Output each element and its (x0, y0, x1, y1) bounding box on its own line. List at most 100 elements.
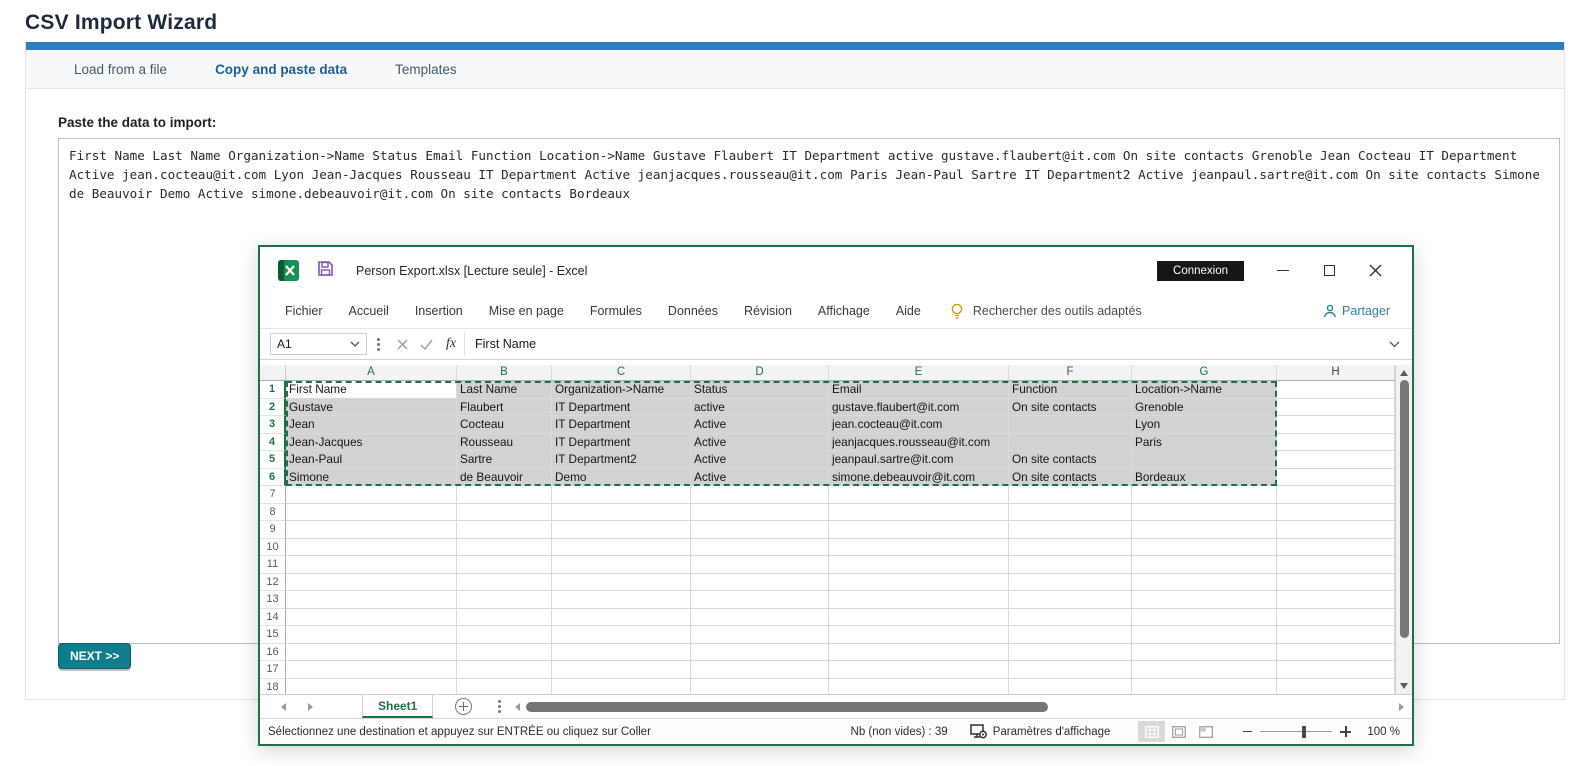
cell-B18[interactable] (457, 679, 552, 695)
cell-G12[interactable] (1132, 574, 1277, 592)
tab-templates[interactable]: Templates (371, 62, 481, 77)
cell-F6[interactable]: On site contacts (1009, 469, 1132, 487)
cell-G2[interactable]: Grenoble (1132, 399, 1277, 417)
cell-A11[interactable] (286, 556, 457, 574)
cell-B8[interactable] (457, 504, 552, 522)
row-number-3[interactable]: 3 (260, 416, 286, 434)
share-button[interactable]: Partager (1323, 304, 1390, 318)
cell-B3[interactable]: Cocteau (457, 416, 552, 434)
ribbon-tab-données[interactable]: Données (655, 304, 731, 318)
ribbon-tab-mise-en-page[interactable]: Mise en page (476, 304, 577, 318)
cell-H3[interactable] (1277, 416, 1395, 434)
cell-A10[interactable] (286, 539, 457, 557)
ribbon-tab-accueil[interactable]: Accueil (336, 304, 402, 318)
column-header-E[interactable]: E (829, 365, 1009, 380)
cell-H17[interactable] (1277, 661, 1395, 679)
cell-B11[interactable] (457, 556, 552, 574)
vertical-scroll-thumb[interactable] (1400, 380, 1409, 638)
row-number-8[interactable]: 8 (260, 504, 286, 522)
cell-H1[interactable] (1277, 381, 1395, 399)
cell-A5[interactable]: Jean-Paul (286, 451, 457, 469)
cell-H11[interactable] (1277, 556, 1395, 574)
scroll-left-icon[interactable] (515, 703, 520, 711)
cell-E3[interactable]: jean.cocteau@it.com (829, 416, 1009, 434)
cell-F5[interactable]: On site contacts (1009, 451, 1132, 469)
cell-D15[interactable] (691, 626, 829, 644)
cell-G14[interactable] (1132, 609, 1277, 627)
ribbon-tab-formules[interactable]: Formules (577, 304, 655, 318)
cell-G8[interactable] (1132, 504, 1277, 522)
cell-D5[interactable]: Active (691, 451, 829, 469)
vertical-scrollbar[interactable] (1395, 365, 1412, 694)
ribbon-tab-aide[interactable]: Aide (883, 304, 934, 318)
cell-H7[interactable] (1277, 486, 1395, 504)
cell-B17[interactable] (457, 661, 552, 679)
cell-E17[interactable] (829, 661, 1009, 679)
cell-C4[interactable]: IT Department (552, 434, 691, 452)
cell-C10[interactable] (552, 539, 691, 557)
cell-D8[interactable] (691, 504, 829, 522)
confirm-entry-button[interactable] (414, 339, 438, 350)
cell-H8[interactable] (1277, 504, 1395, 522)
cell-E7[interactable] (829, 486, 1009, 504)
cell-E14[interactable] (829, 609, 1009, 627)
cell-D4[interactable]: Active (691, 434, 829, 452)
zoom-in-button[interactable] (1340, 726, 1351, 737)
cell-F9[interactable] (1009, 521, 1132, 539)
row-number-14[interactable]: 14 (260, 609, 286, 627)
cell-H15[interactable] (1277, 626, 1395, 644)
cell-C1[interactable]: Organization->Name (552, 381, 691, 399)
cell-D12[interactable] (691, 574, 829, 592)
ribbon-tab-affichage[interactable]: Affichage (805, 304, 883, 318)
zoom-level-label[interactable]: 100 % (1367, 726, 1400, 738)
cell-E6[interactable]: simone.debeauvoir@it.com (829, 469, 1009, 487)
page-break-view-button[interactable] (1192, 721, 1219, 742)
cell-H18[interactable] (1277, 679, 1395, 695)
insert-function-button[interactable]: fx (438, 336, 464, 352)
row-number-12[interactable]: 12 (260, 574, 286, 592)
count-nonempty-badge[interactable]: Nb (non vides) : 39 (851, 726, 948, 738)
cell-C18[interactable] (552, 679, 691, 695)
cell-H2[interactable] (1277, 399, 1395, 417)
sheet-tab-sheet1[interactable]: Sheet1 (362, 695, 433, 718)
cell-E16[interactable] (829, 644, 1009, 662)
row-number-4[interactable]: 4 (260, 434, 286, 452)
column-header-A[interactable]: A (286, 365, 457, 380)
cell-D7[interactable] (691, 486, 829, 504)
cell-G5[interactable] (1132, 451, 1277, 469)
cell-B5[interactable]: Sartre (457, 451, 552, 469)
column-header-F[interactable]: F (1009, 365, 1132, 380)
cell-E5[interactable]: jeanpaul.sartre@it.com (829, 451, 1009, 469)
cell-C16[interactable] (552, 644, 691, 662)
cell-D16[interactable] (691, 644, 829, 662)
cell-B7[interactable] (457, 486, 552, 504)
connexion-button[interactable]: Connexion (1157, 261, 1244, 281)
tab-copy-and-paste[interactable]: Copy and paste data (191, 62, 371, 77)
cell-D2[interactable]: active (691, 399, 829, 417)
cell-F10[interactable] (1009, 539, 1132, 557)
row-number-9[interactable]: 9 (260, 521, 286, 539)
cell-F14[interactable] (1009, 609, 1132, 627)
cell-E15[interactable] (829, 626, 1009, 644)
row-number-13[interactable]: 13 (260, 591, 286, 609)
row-number-15[interactable]: 15 (260, 626, 286, 644)
cell-G3[interactable]: Lyon (1132, 416, 1277, 434)
cell-E18[interactable] (829, 679, 1009, 695)
row-number-10[interactable]: 10 (260, 539, 286, 557)
zoom-slider[interactable] (1260, 731, 1332, 732)
cell-F16[interactable] (1009, 644, 1132, 662)
tell-me-search[interactable]: Rechercher des outils adaptés (950, 303, 1142, 320)
cell-A9[interactable] (286, 521, 457, 539)
cancel-entry-button[interactable] (390, 339, 414, 350)
cell-E8[interactable] (829, 504, 1009, 522)
cell-B15[interactable] (457, 626, 552, 644)
cell-E4[interactable]: jeanjacques.rousseau@it.com (829, 434, 1009, 452)
cell-C13[interactable] (552, 591, 691, 609)
cell-F8[interactable] (1009, 504, 1132, 522)
cell-D13[interactable] (691, 591, 829, 609)
cell-G4[interactable]: Paris (1132, 434, 1277, 452)
cell-F7[interactable] (1009, 486, 1132, 504)
cell-B1[interactable]: Last Name (457, 381, 552, 399)
cell-C17[interactable] (552, 661, 691, 679)
cell-H16[interactable] (1277, 644, 1395, 662)
